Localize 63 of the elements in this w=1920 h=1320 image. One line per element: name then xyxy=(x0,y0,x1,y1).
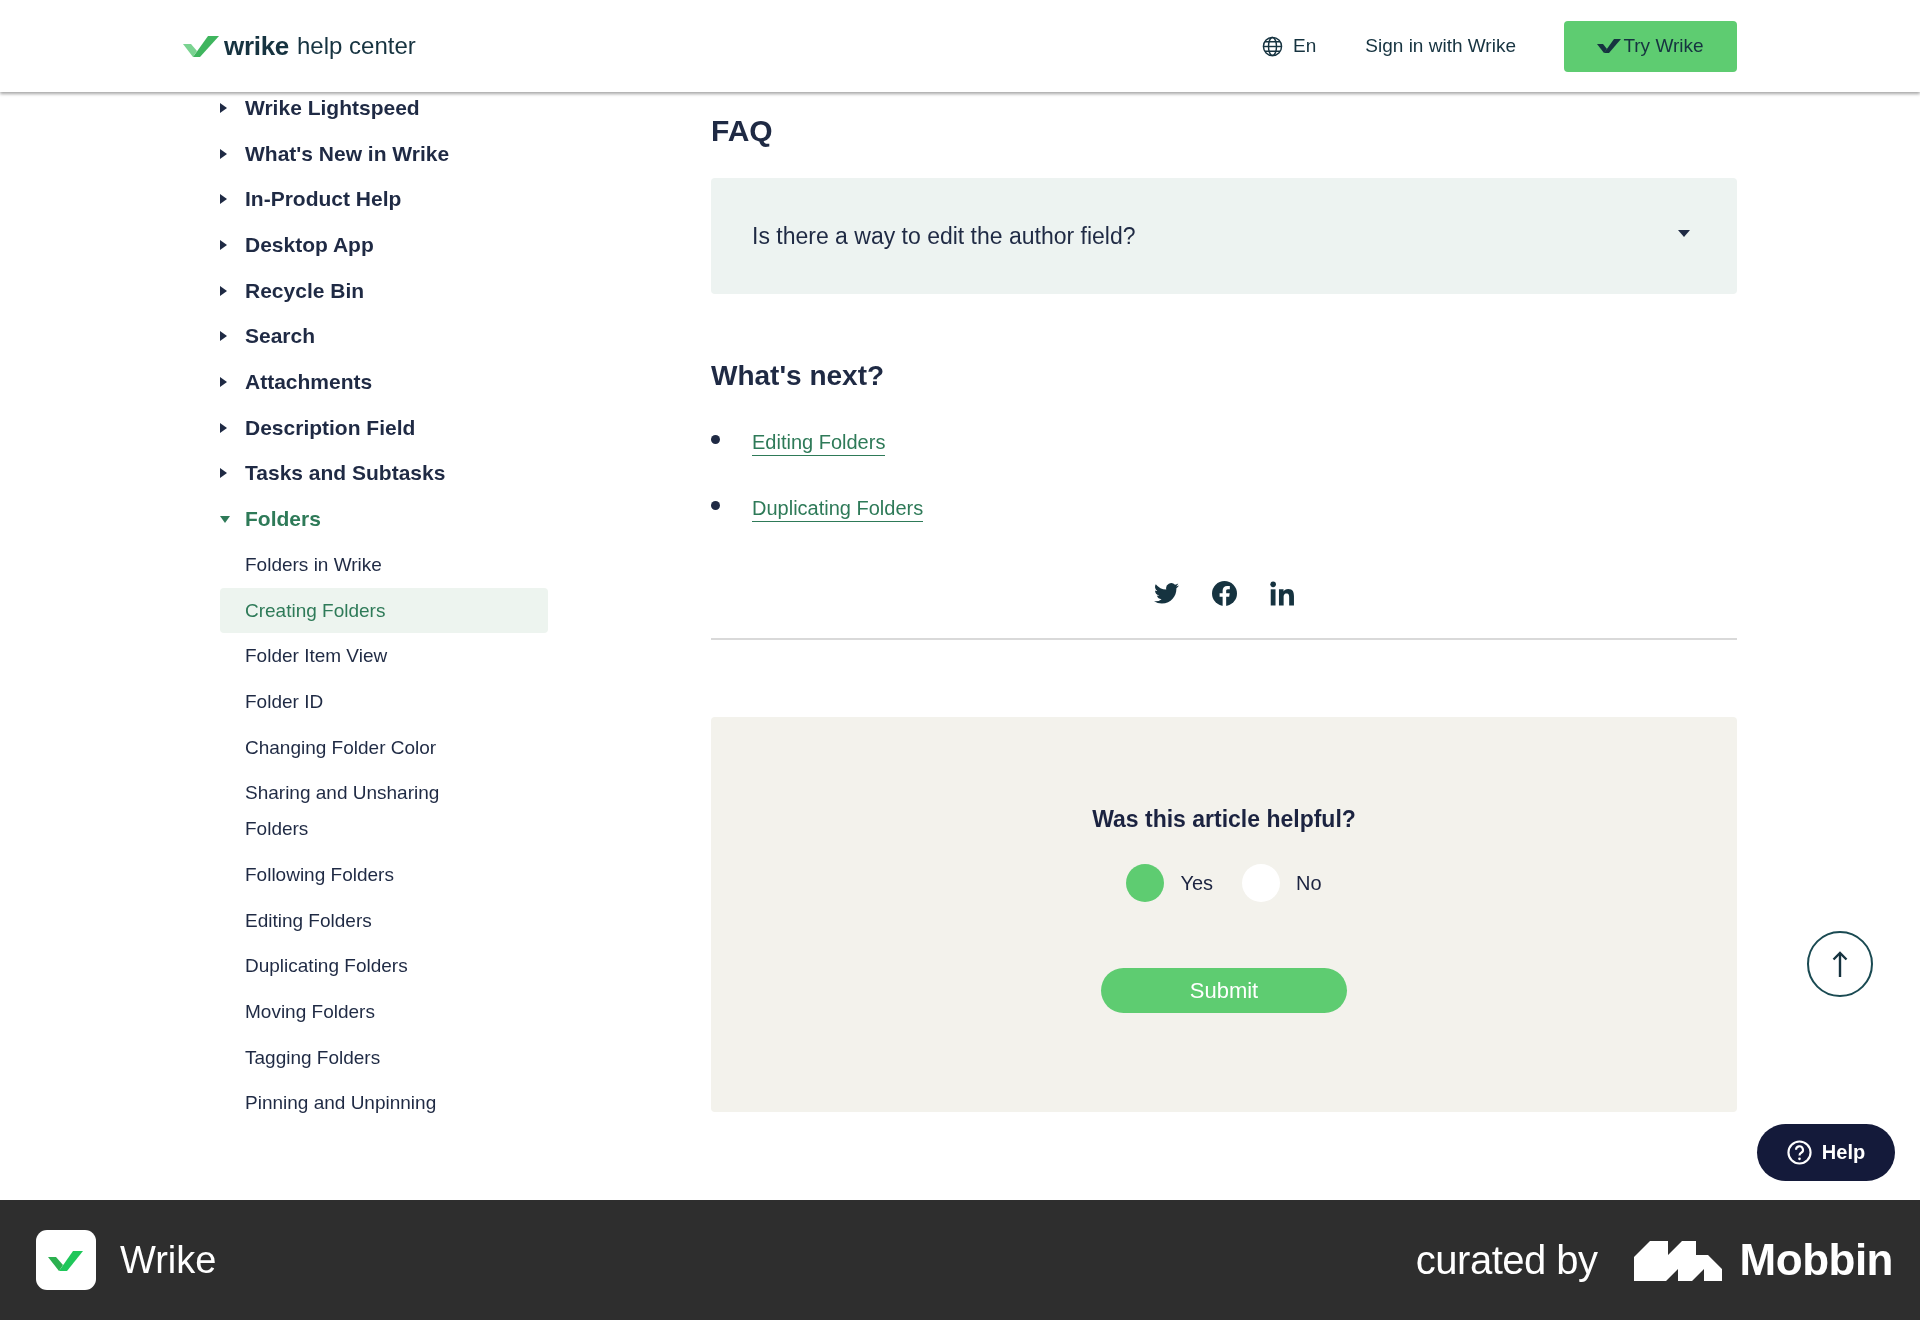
nav-item[interactable]: Recycle Bin xyxy=(220,267,365,314)
arrow-up-icon xyxy=(1832,951,1848,977)
help-button[interactable]: Help xyxy=(1757,1124,1895,1181)
brand-name: Mobbin xyxy=(1739,1235,1893,1285)
bullet-icon xyxy=(711,434,720,444)
nav-item[interactable]: What's New in Wrike xyxy=(220,130,450,177)
section-heading: What's next? xyxy=(711,359,886,393)
nav-subitem[interactable]: Duplicating Folders xyxy=(220,943,548,989)
section-heading: FAQ xyxy=(711,113,774,149)
linkedin-icon[interactable] xyxy=(1269,580,1295,606)
logo-icon xyxy=(1633,1239,1722,1281)
language-button[interactable]: En xyxy=(1262,35,1317,57)
nav-subitem[interactable]: Creating Folders xyxy=(220,587,548,634)
nav-subitem[interactable]: Sharing and Unsharing Folders xyxy=(220,770,548,852)
nav-item[interactable]: Folders xyxy=(220,496,321,542)
nav-subitem[interactable]: Changing Folder Color xyxy=(220,724,548,771)
try-button[interactable]: Try Wrike xyxy=(1564,20,1737,72)
caret-right-icon xyxy=(220,331,227,342)
nav-subitem[interactable]: Following Folders xyxy=(220,851,548,898)
nav-item[interactable]: In-Product Help xyxy=(220,176,402,223)
caret-right-icon xyxy=(220,148,227,159)
article-link[interactable]: Duplicating Folders xyxy=(752,494,924,522)
radio-button[interactable] xyxy=(1126,864,1165,902)
caret-right-icon xyxy=(220,239,227,250)
nav-item[interactable]: Description Field xyxy=(220,404,416,451)
caret-right-icon xyxy=(220,468,227,479)
nav-item[interactable]: Wrike Lightspeed xyxy=(220,92,420,131)
nav-subitem[interactable]: Folders in Wrike xyxy=(220,541,548,588)
nav-item[interactable]: Attachments xyxy=(220,359,373,405)
caret-right-icon xyxy=(220,194,227,205)
nav-item[interactable]: Desktop App xyxy=(220,222,374,268)
nav-subitem[interactable]: Folder Item View xyxy=(220,633,548,679)
caret-right-icon xyxy=(220,102,227,113)
option-label: No xyxy=(1296,871,1322,895)
caret-right-icon xyxy=(220,376,227,387)
logo-check-icon[interactable] xyxy=(183,35,219,57)
brand-name[interactable]: wrike xyxy=(224,30,289,62)
caret-down-icon xyxy=(1678,229,1690,237)
caret-right-icon xyxy=(220,285,227,296)
check-icon xyxy=(1597,39,1622,53)
bullet-icon xyxy=(711,500,720,510)
globe-icon xyxy=(1262,35,1284,57)
caret-down-icon xyxy=(220,515,230,523)
curated-by-text: curated by xyxy=(1415,1237,1598,1283)
sign-in-link[interactable]: Sign in with Wrike xyxy=(1365,35,1516,57)
twitter-icon[interactable] xyxy=(1153,580,1179,606)
caret-right-icon xyxy=(220,422,227,433)
facebook-icon[interactable] xyxy=(1211,580,1237,606)
app-name: Wrike xyxy=(120,1238,217,1282)
nav-subitem[interactable]: Editing Folders xyxy=(220,897,548,944)
site-subtitle: help center xyxy=(297,32,416,60)
question-circle-icon xyxy=(1786,1140,1812,1165)
nav-item[interactable]: Tasks and Subtasks xyxy=(220,450,446,497)
nav-subitem[interactable]: Tagging Folders xyxy=(220,1034,548,1081)
app-icon xyxy=(36,1230,96,1290)
nav-subitem[interactable]: Folder ID xyxy=(220,679,548,725)
nav-subitem[interactable]: Moving Folders xyxy=(220,988,548,1035)
faq-item[interactable]: Is there a way to edit the author field? xyxy=(711,178,1737,294)
nav-item[interactable]: Search xyxy=(220,313,316,360)
option-label: Yes xyxy=(1180,871,1214,895)
article-link[interactable]: Editing Folders xyxy=(752,428,886,456)
nav-subitem[interactable]: Pinning and Unpinning xyxy=(220,1080,548,1126)
feedback-question: Was this article helpful? xyxy=(1092,805,1356,834)
